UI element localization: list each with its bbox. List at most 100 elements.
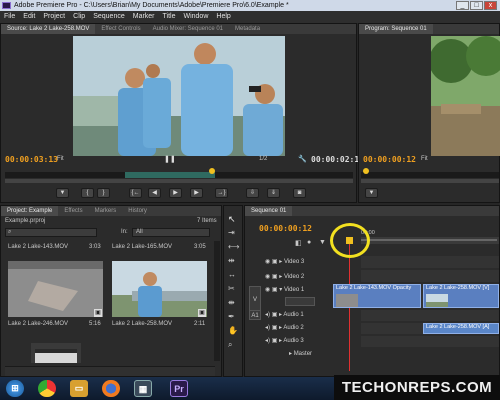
speaker-icon[interactable]: ◂) — [265, 325, 270, 331]
clip-thumbnail-partial[interactable] — [31, 343, 81, 363]
timeline-add-marker-icon[interactable]: ▼ — [319, 239, 326, 246]
mark-out-button[interactable]: } — [97, 188, 110, 198]
program-scrub-bar[interactable] — [361, 172, 499, 178]
mark-in-button[interactable]: { — [81, 188, 94, 198]
hand-tool-icon[interactable]: ✋ — [228, 326, 238, 335]
tab-sequence[interactable]: Sequence 01 — [245, 206, 293, 216]
step-forward-button[interactable]: ▶ — [190, 188, 203, 198]
sync-icon[interactable]: ▣ — [272, 338, 278, 344]
minimize-button[interactable]: _ — [456, 1, 469, 10]
go-to-out-button[interactable]: →} — [215, 188, 228, 198]
program-timecode[interactable]: 00:00:00:12 — [363, 155, 416, 164]
source-scrub-bar[interactable] — [5, 172, 353, 178]
folder-icon[interactable]: ▭ — [70, 380, 88, 397]
wrench-icon[interactable]: 🔧 — [298, 155, 307, 163]
overwrite-button[interactable]: ⇓ — [267, 188, 280, 198]
work-area-bar[interactable] — [361, 239, 497, 241]
menu-clip[interactable]: Clip — [69, 11, 89, 23]
source-resolution-select[interactable]: 1/2 — [259, 156, 267, 162]
go-to-in-button[interactable]: {← — [129, 188, 142, 198]
firefox-icon[interactable] — [102, 380, 120, 397]
timeline-clip-258-thumb — [426, 294, 448, 307]
source-video-target[interactable]: V — [249, 286, 261, 312]
lane-video3[interactable] — [361, 256, 499, 268]
clip-thumbnail-246[interactable] — [8, 261, 103, 317]
rolling-edit-tool-icon[interactable]: ⇹ — [228, 256, 235, 265]
timeline-clip-258-audio[interactable]: Lake 2 Lake-258.MOV [A] — [423, 323, 499, 334]
add-marker-button[interactable]: ▼ — [56, 188, 69, 198]
film-icon[interactable]: ▣ — [272, 287, 278, 293]
speaker-icon[interactable]: ◂) — [265, 312, 270, 318]
eye-icon[interactable]: ◉ — [265, 274, 270, 280]
clip-thumbnail-258[interactable] — [112, 261, 207, 317]
tab-metadata[interactable]: Metadata — [229, 24, 266, 34]
tab-project[interactable]: Project: Example — [1, 206, 59, 216]
timeline-ruler[interactable] — [361, 237, 499, 244]
tab-program[interactable]: Program: Sequence 01 — [359, 24, 433, 34]
in-filter-select[interactable]: All — [132, 228, 210, 237]
film-icon[interactable]: ▣ — [272, 274, 278, 280]
program-zoom-bar[interactable] — [361, 179, 499, 183]
keyframe-controls[interactable] — [285, 297, 315, 306]
selection-tool-icon[interactable]: ↖ — [228, 214, 236, 225]
source-fit-select[interactable]: Fit — [57, 156, 64, 162]
sync-icon[interactable]: ▣ — [272, 325, 278, 331]
track-select-tool-icon[interactable]: ⇥ — [228, 228, 235, 237]
timeline-marker-icon[interactable]: ● — [307, 239, 311, 246]
lane-video2[interactable] — [361, 270, 499, 282]
menu-window[interactable]: Window — [179, 11, 212, 23]
zoom-tool-icon[interactable]: ⌕ — [228, 340, 232, 350]
source-timecode-in[interactable]: 00:00:03:13 — [5, 155, 58, 164]
tab-audio-mixer[interactable]: Audio Mixer: Sequence 01 — [147, 24, 229, 34]
slip-tool-icon[interactable]: ⇼ — [228, 298, 235, 307]
program-playhead[interactable] — [363, 168, 369, 174]
project-search-input[interactable]: ⌕ — [5, 228, 97, 237]
speaker-icon[interactable]: ◂) — [265, 338, 270, 344]
rate-stretch-tool-icon[interactable]: ↔ — [228, 270, 236, 279]
step-back-button[interactable]: ◀ — [148, 188, 161, 198]
tab-effects[interactable]: Effects — [58, 206, 88, 216]
eye-icon[interactable]: ◉ — [265, 259, 270, 265]
program-fit-select[interactable]: Fit — [421, 156, 428, 162]
project-scrollbar[interactable] — [214, 241, 220, 361]
camera-icon[interactable]: ◙ — [293, 188, 306, 198]
menu-file[interactable]: File — [0, 11, 19, 23]
razor-tool-icon[interactable]: ✂ — [228, 284, 235, 293]
menu-project[interactable]: Project — [39, 11, 69, 23]
tab-effect-controls[interactable]: Effect Controls — [95, 24, 146, 34]
clip-type-icon-246: ▣ — [94, 309, 102, 317]
chrome-icon[interactable] — [38, 380, 56, 397]
menu-sequence[interactable]: Sequence — [89, 11, 129, 23]
ripple-edit-tool-icon[interactable]: ⟷ — [228, 242, 239, 251]
source-audio-target[interactable]: A1 — [249, 310, 261, 320]
maximize-button[interactable]: □ — [470, 1, 483, 10]
source-playhead[interactable] — [209, 168, 215, 174]
lane-audio1[interactable] — [361, 310, 499, 321]
sync-icon[interactable]: ▣ — [272, 312, 278, 318]
eye-icon[interactable]: ◉ — [265, 287, 270, 293]
tab-source[interactable]: Source: Lake 2 Lake-258.MOV — [1, 24, 96, 34]
snap-icon[interactable]: ◧ — [295, 239, 302, 247]
menu-marker[interactable]: Marker — [129, 11, 159, 23]
media-icon[interactable]: ▦ — [134, 380, 152, 397]
lane-audio3[interactable] — [361, 336, 499, 347]
source-zoom-bar[interactable] — [5, 179, 353, 183]
timeline-timecode[interactable]: 00:00:00:12 — [259, 224, 312, 233]
pen-tool-icon[interactable]: ✒ — [228, 312, 235, 321]
timeline-clip-143[interactable]: Lake 2 Lake-143.MOV Opacity — [333, 284, 421, 308]
program-marker-button[interactable]: ▼ — [365, 188, 378, 198]
premiere-icon[interactable]: Pr — [170, 380, 188, 397]
menu-help[interactable]: Help — [212, 11, 234, 23]
source-pause-icon[interactable]: ❚❚ — [164, 155, 176, 164]
insert-button[interactable]: ⇩ — [246, 188, 259, 198]
menu-edit[interactable]: Edit — [19, 11, 39, 23]
tab-history[interactable]: History — [122, 206, 153, 216]
film-icon[interactable]: ▣ — [272, 259, 278, 265]
timeline-clip-258-video[interactable]: Lake 2 Lake-258.MOV [V] — [423, 284, 499, 308]
tab-markers[interactable]: Markers — [89, 206, 123, 216]
windows-start-icon[interactable]: ⊞ — [6, 380, 24, 397]
highlight-circle — [330, 223, 370, 258]
play-button[interactable]: ▶ — [169, 188, 182, 198]
close-button[interactable]: x — [484, 1, 497, 10]
menu-title[interactable]: Title — [159, 11, 180, 23]
